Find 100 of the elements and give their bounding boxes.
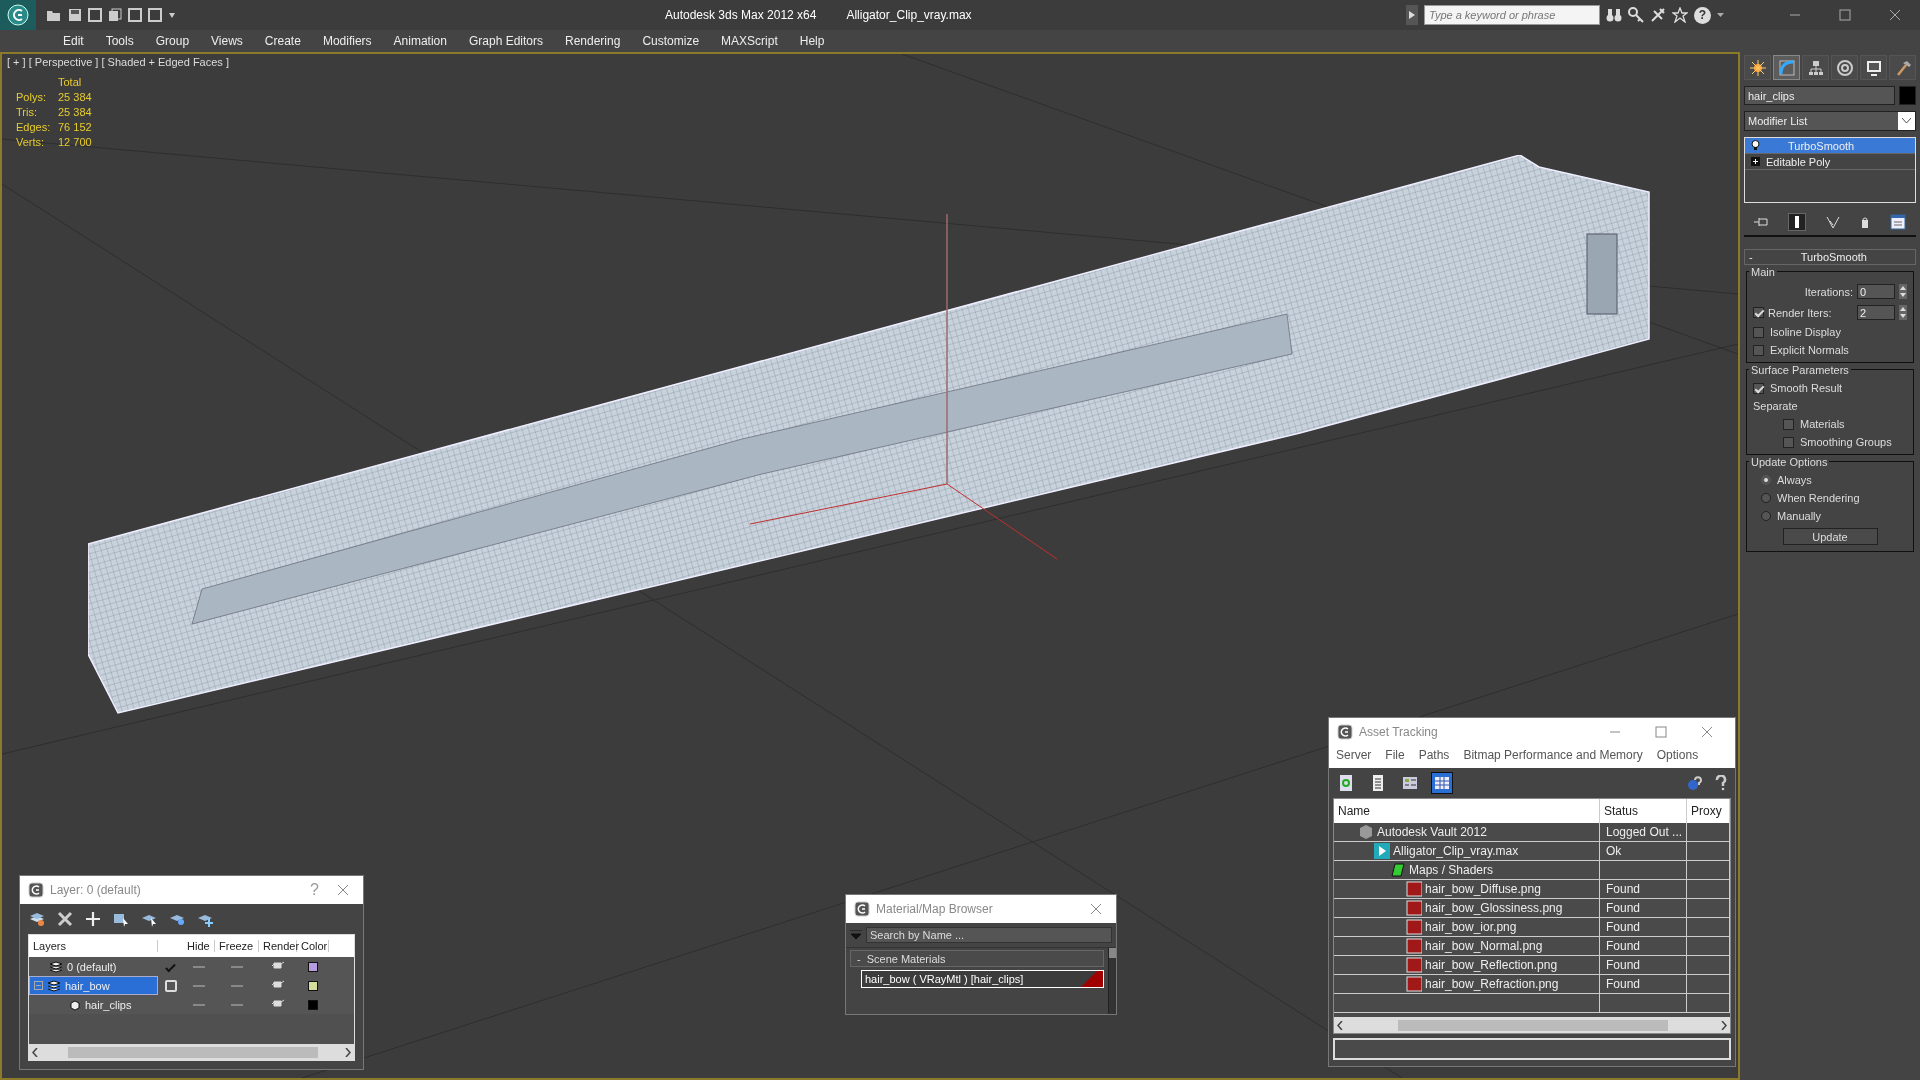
asset-row[interactable]: hair_bow_Diffuse.png Found (1334, 880, 1730, 899)
viewport[interactable] (0, 52, 1740, 1080)
viewport-label[interactable]: [ + ] [ Perspective ] [ Shaded + Edged Faces ] (7, 56, 229, 68)
scroll-left-icon[interactable] (32, 1047, 38, 1057)
asset-row[interactable]: Maps / Shaders (1334, 861, 1730, 880)
radio-button[interactable] (1761, 493, 1771, 503)
scroll-right-icon[interactable] (1721, 1020, 1727, 1030)
layer-row[interactable]: hair_bow (29, 976, 158, 995)
window-icon[interactable] (88, 8, 102, 22)
color-swatch[interactable] (308, 999, 318, 1010)
menu-item[interactable]: Animation (382, 34, 458, 48)
menu-item[interactable]: Tools (94, 34, 145, 48)
object-name-field[interactable]: hair_clips (1744, 86, 1895, 105)
asset-row[interactable]: Alligator_Clip_vray.max Ok (1334, 842, 1730, 861)
key-icon[interactable] (1628, 7, 1644, 23)
number-field[interactable]: 0 (1857, 284, 1895, 299)
hide-toggle[interactable] (193, 1003, 205, 1006)
menu-item[interactable]: Edit (52, 34, 95, 48)
asset-row[interactable]: hair_bow_Normal.png Found (1334, 937, 1730, 956)
material-item[interactable]: hair_bow ( VRayMtl ) [hair_clips] (861, 970, 1104, 988)
menu-item[interactable]: Server (1336, 748, 1372, 762)
color-swatch[interactable] (308, 961, 318, 972)
new-layer-icon[interactable] (28, 910, 46, 928)
menu-item[interactable]: Paths (1418, 748, 1450, 762)
asset-row[interactable]: hair_bow_Reflection.png Found (1334, 956, 1730, 975)
search-field[interactable]: Type a keyword or phrase (1424, 5, 1600, 25)
table-view-button[interactable] (1431, 772, 1453, 794)
window-icon[interactable] (148, 8, 162, 22)
hierarchy-tab[interactable] (1802, 55, 1829, 80)
binoculars-icon[interactable] (1606, 7, 1622, 23)
column-header[interactable]: Layers (29, 940, 158, 952)
expand-search-button[interactable] (1406, 5, 1418, 25)
menu-item[interactable]: Rendering (554, 34, 632, 48)
checkbox[interactable] (1753, 326, 1764, 338)
expand-icon[interactable] (1751, 157, 1760, 166)
window-icon[interactable] (128, 8, 142, 22)
open-folder-icon[interactable] (46, 8, 62, 22)
modify-tab[interactable] (1773, 55, 1800, 80)
hide-toggle[interactable] (193, 984, 205, 987)
color-swatch[interactable] (308, 980, 318, 991)
column-header[interactable]: Proxy (1687, 799, 1730, 823)
app-menu-button[interactable] (0, 0, 36, 30)
menu-item[interactable]: Bitmap Performance and Memory (1463, 748, 1643, 762)
search-field[interactable]: Search by Name ... (866, 927, 1112, 943)
checkbox[interactable] (1753, 344, 1764, 356)
pin-icon[interactable] (1754, 216, 1768, 228)
rollout-header[interactable]: - TurboSmooth (1744, 249, 1916, 265)
maximize-icon[interactable] (1839, 9, 1851, 21)
menu-item[interactable]: Options (1656, 748, 1699, 762)
menu-item[interactable]: Graph Editors (457, 34, 554, 48)
column-header[interactable]: Hide (183, 940, 215, 952)
remove-modifier-icon[interactable] (1860, 215, 1870, 229)
scroll-left-icon[interactable] (1337, 1020, 1343, 1030)
create-tab[interactable] (1744, 55, 1771, 80)
modifier-list-dropdown[interactable]: Modifier List (1744, 111, 1916, 131)
menu-item[interactable]: Group (144, 34, 201, 48)
radio-button[interactable] (1761, 475, 1771, 485)
save-icon[interactable] (68, 8, 82, 22)
group-header[interactable]: - Scene Materials (850, 950, 1104, 967)
menu-item[interactable]: Views (200, 34, 254, 48)
light-bulb-icon[interactable] (1751, 140, 1760, 151)
menu-item[interactable]: MAXScript (710, 34, 789, 48)
add-icon[interactable] (84, 910, 102, 928)
checkbox[interactable] (1783, 418, 1794, 430)
update-button[interactable]: Update (1782, 528, 1878, 545)
menu-item[interactable]: Customize (631, 34, 711, 48)
menu-item[interactable]: File (1385, 748, 1405, 762)
utilities-tab[interactable] (1889, 55, 1916, 80)
number-field[interactable]: 2 (1857, 305, 1895, 320)
help-button[interactable]: ? (1694, 6, 1711, 24)
radio-button[interactable] (1761, 511, 1771, 521)
menu-item[interactable]: Help (788, 34, 836, 48)
horizontal-scrollbar[interactable] (1334, 1017, 1730, 1033)
object-color-swatch[interactable] (1899, 86, 1916, 105)
freeze-toggle[interactable] (231, 965, 243, 968)
help-icon[interactable] (1713, 775, 1729, 791)
stack-item[interactable]: Editable Poly (1745, 154, 1915, 170)
help-globe-icon[interactable] (1687, 775, 1703, 791)
column-header[interactable]: Freeze (215, 940, 259, 952)
hide-toggle[interactable] (193, 965, 205, 968)
vertical-scrollbar[interactable] (1108, 948, 1116, 1014)
documents-icon[interactable] (108, 8, 122, 22)
delete-icon[interactable] (56, 910, 74, 928)
current-box[interactable] (164, 979, 177, 992)
star-icon[interactable] (1672, 7, 1688, 23)
freeze-toggle[interactable] (231, 984, 243, 987)
menu-item[interactable]: Modifiers (311, 34, 383, 48)
horizontal-scrollbar[interactable] (29, 1044, 354, 1060)
motion-tab[interactable] (1831, 55, 1858, 80)
make-unique-icon[interactable] (1826, 215, 1840, 229)
configure-sets-icon[interactable] (1890, 214, 1906, 230)
checkbox[interactable] (1753, 382, 1764, 394)
checkbox[interactable] (1783, 436, 1794, 448)
freeze-toggle[interactable] (231, 1003, 243, 1006)
column-header[interactable]: Render (259, 940, 297, 952)
asset-row[interactable]: Autodesk Vault 2012 Logged Out ... (1334, 823, 1730, 842)
close-icon[interactable] (1889, 9, 1901, 21)
dropdown-arrow-icon[interactable] (1717, 12, 1724, 18)
asset-row[interactable]: hair_bow_Glossiness.png Found (1334, 899, 1730, 918)
asset-row[interactable]: hair_bow_ior.png Found (1334, 918, 1730, 937)
